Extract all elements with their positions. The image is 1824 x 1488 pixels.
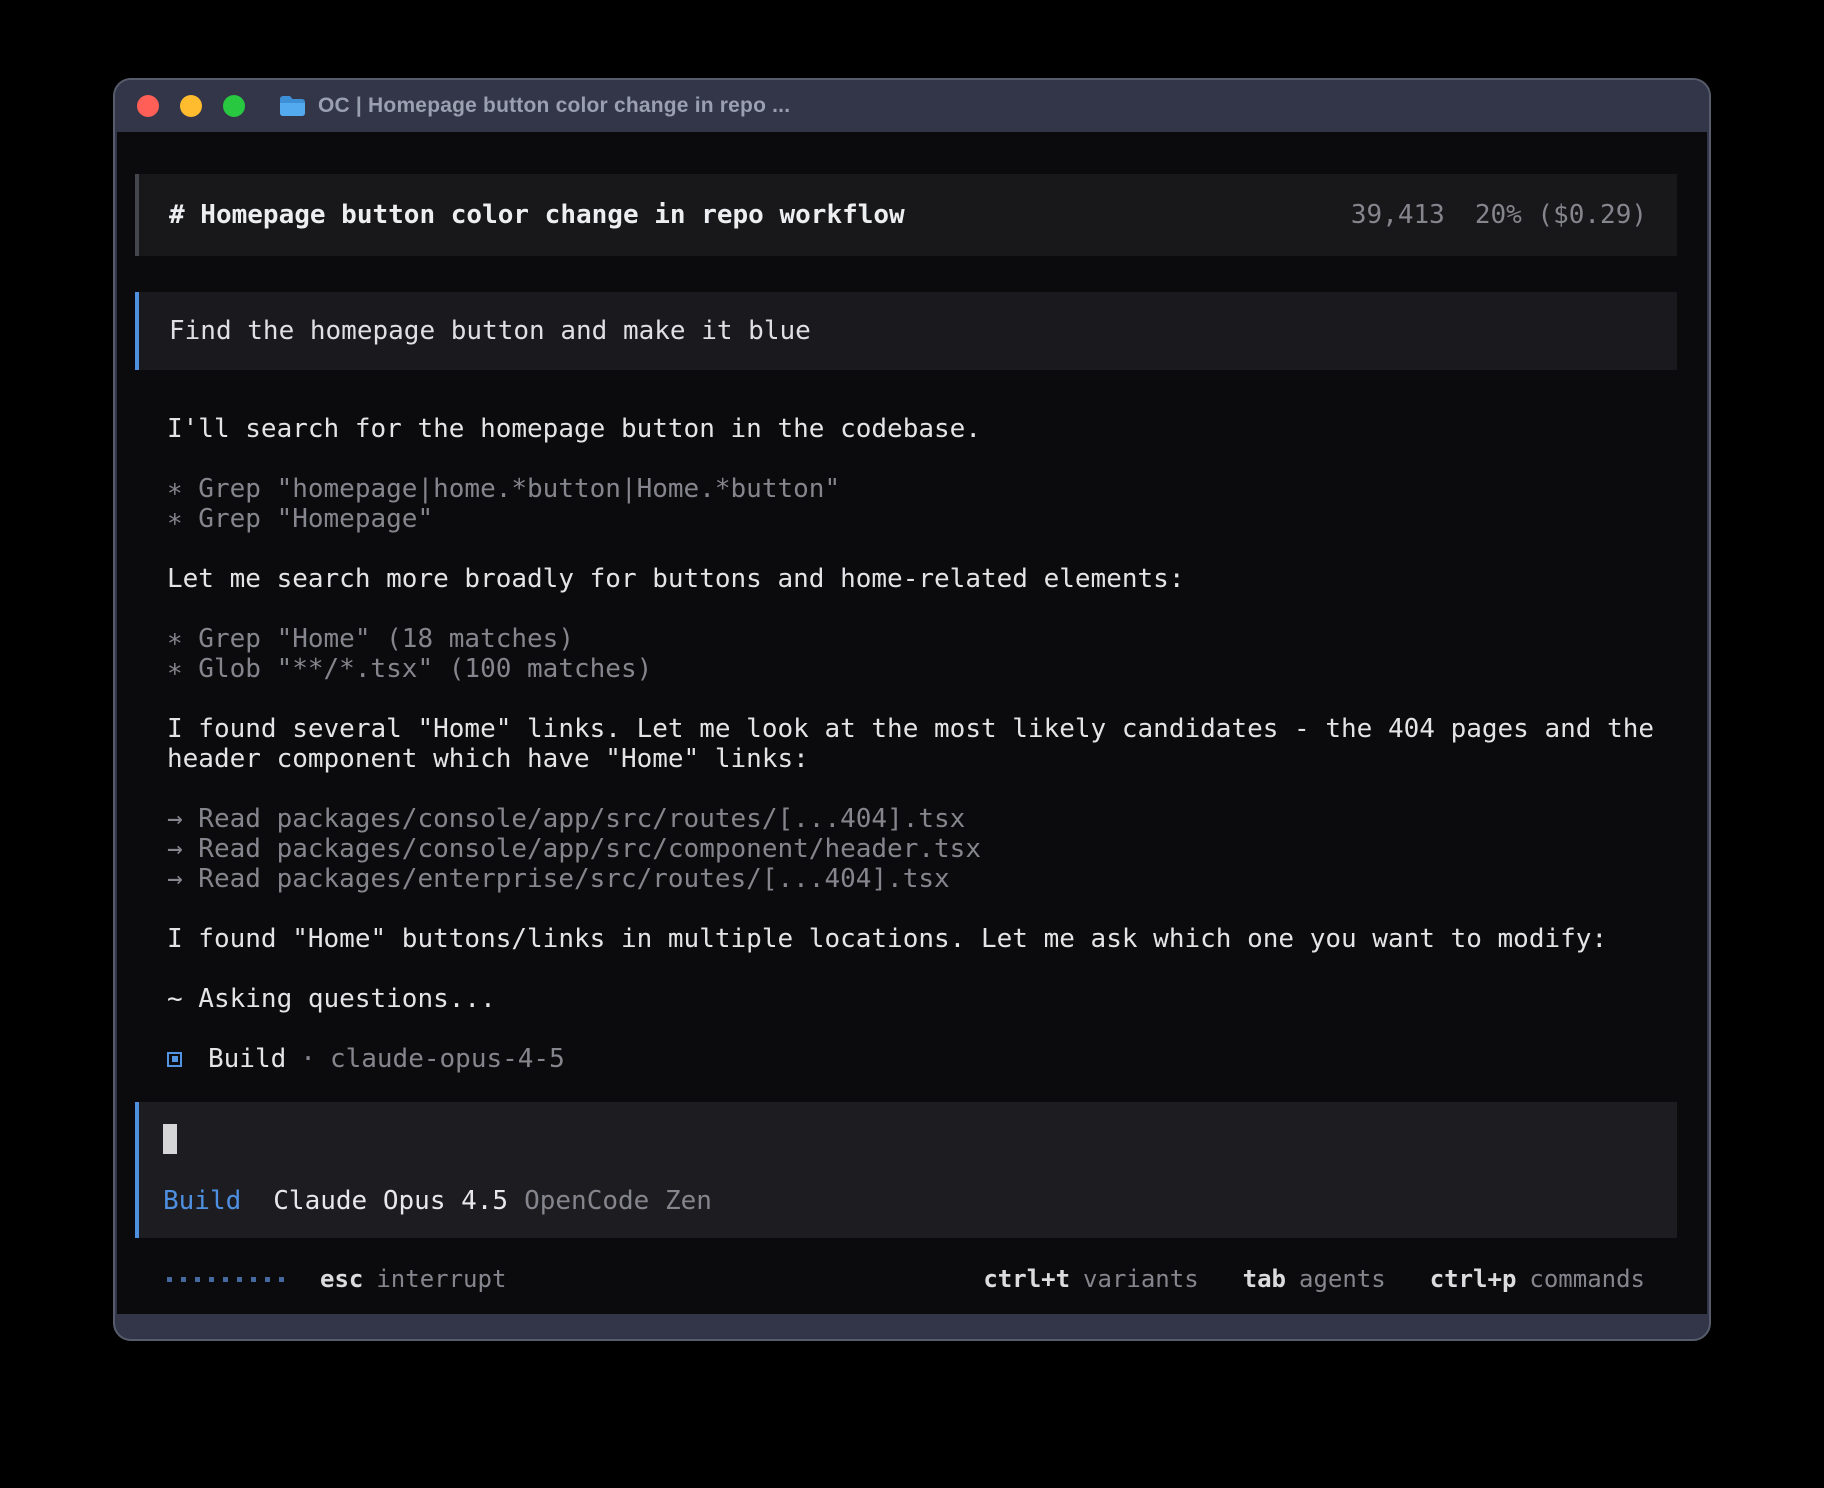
- session-header: # Homepage button color change in repo w…: [135, 174, 1677, 256]
- window-title: OC | Homepage button color change in rep…: [318, 94, 790, 118]
- input-meta: Build Claude Opus 4.5 OpenCode Zen: [163, 1186, 1649, 1216]
- traffic-lights: [137, 95, 245, 117]
- close-button[interactable]: [137, 95, 159, 117]
- token-count: 39,413: [1351, 200, 1445, 230]
- user-message: Find the homepage button and make it blu…: [135, 292, 1677, 370]
- agent-name: Build: [208, 1044, 286, 1074]
- zoom-button[interactable]: [223, 95, 245, 117]
- user-message-text: Find the homepage button and make it blu…: [169, 316, 811, 346]
- shortcut-key: ctrl+t: [983, 1264, 1070, 1294]
- terminal-view: # Homepage button color change in repo w…: [117, 132, 1707, 1314]
- tool-call-line: ∗ Glob "**/*.tsx" (100 matches): [167, 654, 1677, 684]
- assistant-text: Let me search more broadly for buttons a…: [167, 564, 1677, 594]
- spinner-dot: [251, 1277, 256, 1282]
- shortcut-key: ctrl+p: [1430, 1264, 1517, 1294]
- transcript: I'll search for the homepage button in t…: [135, 414, 1677, 1014]
- shortcut-hints: ctrl+t variants tab agents ctrl+p commands: [983, 1264, 1645, 1294]
- tool-call-line: → Read packages/console/app/src/componen…: [167, 834, 1677, 864]
- input-model-label: Claude Opus 4.5: [273, 1186, 508, 1216]
- interrupt-label: interrupt: [376, 1264, 506, 1294]
- separator-dot: ·: [300, 1044, 316, 1074]
- agent-status-line: Build · claude-opus-4-5: [135, 1044, 1677, 1074]
- spinner-dot: [181, 1277, 186, 1282]
- assistant-text: I'll search for the homepage button in t…: [167, 414, 1677, 444]
- shortcut-label: agents: [1299, 1264, 1386, 1294]
- assistant-text: I found several "Home" links. Let me loo…: [167, 714, 1677, 774]
- spinner-dots-icon: [167, 1277, 284, 1282]
- spinner-dot: [167, 1277, 172, 1282]
- tool-call-group: ∗ Grep "Home" (18 matches)∗ Glob "**/*.t…: [167, 624, 1677, 684]
- tool-call-line: ∗ Grep "homepage|home.*button|Home.*butt…: [167, 474, 1677, 504]
- session-title: # Homepage button color change in repo w…: [169, 200, 905, 230]
- session-stats: 39,413 20% ($0.29): [1351, 200, 1647, 230]
- agent-task-icon: [167, 1052, 182, 1067]
- status-bar: esc interrupt ctrl+tvariantstabagentsctr…: [135, 1264, 1677, 1294]
- title-bar[interactable]: OC | Homepage button color change in rep…: [115, 80, 1709, 132]
- tool-call-group: ∗ Grep "homepage|home.*button|Home.*butt…: [167, 474, 1677, 534]
- shortcut-label: commands: [1529, 1264, 1645, 1294]
- shortcut-hint-commands: ctrl+p commands: [1430, 1264, 1645, 1294]
- input-provider-label: OpenCode Zen: [524, 1186, 712, 1216]
- text-cursor: [163, 1124, 177, 1154]
- shortcut-key: tab: [1243, 1264, 1286, 1294]
- tool-call-line: ∗ Grep "Homepage": [167, 504, 1677, 534]
- minimize-button[interactable]: [180, 95, 202, 117]
- interrupt-key: esc: [320, 1264, 363, 1294]
- interrupt-hint: esc interrupt: [320, 1264, 506, 1294]
- status-line: ~ Asking questions...: [167, 984, 1677, 1014]
- tool-call-line: → Read packages/console/app/src/routes/[…: [167, 804, 1677, 834]
- spinner-dot: [209, 1277, 214, 1282]
- shortcut-hint-agents: tab agents: [1243, 1264, 1386, 1294]
- context-cost: 20% ($0.29): [1475, 200, 1647, 230]
- input-agent-label: Build: [163, 1186, 241, 1216]
- spinner-dot: [237, 1277, 242, 1282]
- folder-icon: [279, 95, 306, 117]
- spinner-dot: [195, 1277, 200, 1282]
- agent-model: claude-opus-4-5: [330, 1044, 565, 1074]
- assistant-text: I found "Home" buttons/links in multiple…: [167, 924, 1677, 954]
- tool-call-group: → Read packages/console/app/src/routes/[…: [167, 804, 1677, 894]
- spinner-dot: [223, 1277, 228, 1282]
- app-window: OC | Homepage button color change in rep…: [113, 78, 1711, 1341]
- spinner-dot: [279, 1277, 284, 1282]
- status-left: esc interrupt: [167, 1264, 506, 1294]
- spinner-dot: [265, 1277, 270, 1282]
- shortcut-label: variants: [1083, 1264, 1199, 1294]
- tool-call-line: → Read packages/enterprise/src/routes/[.…: [167, 864, 1677, 894]
- tool-call-line: ∗ Grep "Home" (18 matches): [167, 624, 1677, 654]
- prompt-input[interactable]: Build Claude Opus 4.5 OpenCode Zen: [135, 1102, 1677, 1238]
- shortcut-hint-variants: ctrl+t variants: [983, 1264, 1198, 1294]
